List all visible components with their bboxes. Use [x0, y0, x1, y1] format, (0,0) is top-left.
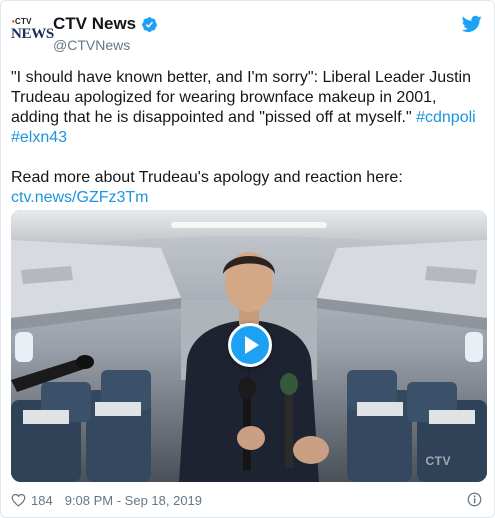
ctv-news-avatar[interactable]: •CTV NEWS	[11, 15, 54, 49]
read-more-text: Read more about Trudeau's apology and re…	[11, 169, 403, 186]
heart-icon[interactable]	[11, 493, 26, 507]
tweet-header: •CTV NEWS CTV News @CTVNews	[11, 11, 484, 57]
hashtag-cdnpoli[interactable]: #cdnpoli	[416, 109, 476, 126]
play-icon	[245, 336, 259, 354]
twitter-bird-icon[interactable]	[462, 15, 482, 33]
verified-badge-icon	[142, 16, 158, 32]
play-button[interactable]	[228, 323, 272, 367]
video-watermark: CTV	[425, 454, 451, 468]
author-names: CTV News @CTVNews	[53, 13, 158, 53]
article-link[interactable]: ctv.news/GZFz3Tm	[11, 189, 149, 206]
tweet-footer: 184 9:08 PM - Sep 18, 2019	[11, 491, 484, 509]
tweet-text: "I should have known better, and I'm sor…	[11, 68, 486, 208]
timestamp[interactable]: 9:08 PM - Sep 18, 2019	[65, 493, 202, 508]
video-player[interactable]: CTV	[11, 210, 487, 482]
tweet-card[interactable]: •CTV NEWS CTV News @CTVNews "I should ha…	[0, 0, 495, 518]
news-logo-word: NEWS	[11, 26, 54, 42]
tweet-quote-text: "I should have known better, and I'm sor…	[11, 69, 471, 126]
like-count[interactable]: 184	[31, 493, 53, 508]
hashtag-elxn43[interactable]: #elxn43	[11, 129, 67, 146]
ctv-logo-top: •CTV	[12, 17, 32, 26]
info-icon[interactable]	[467, 492, 482, 507]
handle[interactable]: @CTVNews	[53, 37, 158, 53]
display-name[interactable]: CTV News	[53, 14, 136, 34]
